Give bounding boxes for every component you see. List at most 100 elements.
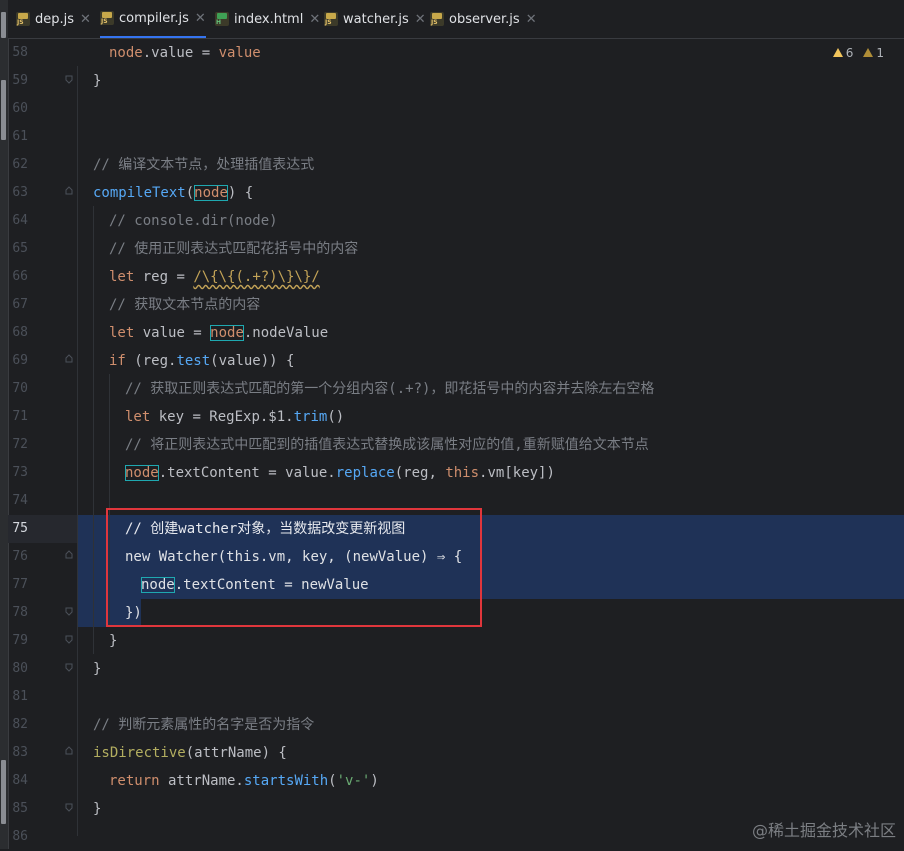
- code-line-80[interactable]: }: [93, 655, 101, 683]
- keyword: let: [109, 269, 135, 285]
- code-line-68[interactable]: let value = node.nodeValue: [109, 319, 328, 347]
- indent-guide: [93, 206, 94, 654]
- token: }: [109, 633, 118, 649]
- fold-start-icon[interactable]: [64, 550, 74, 560]
- token: (value)) {: [210, 353, 295, 369]
- line-number: 58: [12, 45, 28, 60]
- line-number: 77: [12, 577, 28, 592]
- code-line-83[interactable]: isDirective(attrName) {: [93, 739, 287, 767]
- code-line-63[interactable]: compileText(node) {: [93, 179, 253, 207]
- code-line-58[interactable]: node.value = value: [109, 39, 261, 67]
- code-line-72[interactable]: // 将正则表达式中匹配到的插值表达式替换成该属性对应的值,重新赋值给文本节点: [125, 431, 649, 459]
- code-line-79[interactable]: }: [109, 627, 117, 655]
- line-number: 68: [12, 325, 28, 340]
- line-number: 85: [12, 801, 28, 816]
- parameter-highlight: node: [210, 325, 244, 341]
- fold-end-icon[interactable]: [64, 662, 74, 672]
- js-file-icon: [430, 12, 444, 26]
- function-name: compileText: [93, 185, 186, 201]
- line-number: 83: [12, 745, 28, 760]
- fold-end-icon[interactable]: [64, 606, 74, 616]
- watermark: @稀土掘金技术社区: [751, 821, 896, 840]
- line-number: 65: [12, 241, 28, 256]
- line-number: 79: [12, 633, 28, 648]
- tab-index-html[interactable]: index.html ✕: [215, 0, 320, 38]
- tab-compiler-js[interactable]: compiler.js ✕: [100, 0, 206, 38]
- close-icon[interactable]: ✕: [195, 11, 206, 26]
- comment: // 编译文本节点，处理插值表达式: [93, 157, 315, 173]
- tab-label: observer.js: [449, 11, 520, 27]
- fold-end-icon[interactable]: [64, 74, 74, 84]
- fold-end-icon[interactable]: [64, 634, 74, 644]
- warnings-count: 6: [845, 46, 854, 60]
- tab-watcher-js[interactable]: watcher.js ✕: [324, 0, 426, 38]
- line-number-current: 75: [12, 521, 28, 536]
- inspection-widget[interactable]: 6 1: [832, 44, 884, 62]
- code-line-84[interactable]: return attrName.startsWith('v-'): [109, 767, 379, 795]
- token: (attrName) {: [185, 745, 287, 761]
- code-line-64[interactable]: // console.dir(node): [109, 207, 278, 235]
- code-line-73[interactable]: node.textContent = value.replace(reg, th…: [125, 459, 555, 487]
- editor-tab-bar: dep.js ✕ compiler.js ✕ index.html ✕ watc…: [8, 0, 904, 39]
- token: ) {: [227, 185, 254, 201]
- token: attrName.: [159, 773, 244, 789]
- line-number: 73: [12, 465, 28, 480]
- code-line-67[interactable]: // 获取文本节点的内容: [109, 291, 260, 319]
- line-number: 66: [12, 269, 28, 284]
- token: }: [93, 801, 102, 817]
- code-line-62[interactable]: // 编译文本节点，处理插值表达式: [93, 151, 314, 179]
- token: }: [93, 73, 102, 89]
- keyword: if: [109, 353, 126, 369]
- tab-dep-js[interactable]: dep.js ✕: [16, 0, 91, 38]
- line-number: 70: [12, 381, 28, 396]
- line-number: 78: [12, 605, 28, 620]
- fold-start-icon[interactable]: [64, 354, 74, 364]
- token: (: [185, 185, 195, 201]
- indent-guide: [77, 66, 78, 836]
- method-call: test: [176, 353, 211, 369]
- line-number: 60: [12, 101, 28, 116]
- close-icon[interactable]: ✕: [80, 12, 91, 27]
- code-line-65[interactable]: // 使用正则表达式匹配花括号中的内容: [109, 235, 358, 263]
- js-file-icon: [16, 12, 30, 26]
- fold-start-icon[interactable]: [64, 746, 74, 756]
- code-line-71[interactable]: let key = RegExp.$1.trim(): [125, 403, 344, 431]
- function-name: isDirective: [93, 745, 186, 761]
- tab-label: compiler.js: [119, 10, 189, 26]
- code-line-70[interactable]: // 获取正则表达式匹配的第一个分组内容(.+?)，即花括号中的内容并去除左右空…: [125, 375, 654, 403]
- line-number: 74: [12, 493, 28, 508]
- tab-observer-js[interactable]: observer.js ✕: [430, 0, 537, 38]
- parameter-highlight: node: [194, 185, 228, 201]
- line-number: 76: [12, 549, 28, 564]
- js-file-icon: [324, 12, 338, 26]
- comment: // 获取正则表达式匹配的第一个分组内容(.+?)，即花括号中的内容并去除左右空…: [125, 381, 655, 397]
- close-icon[interactable]: ✕: [309, 12, 320, 27]
- warning-icon: [832, 48, 843, 57]
- code-line-69[interactable]: if (reg.test(value)) {: [109, 347, 294, 375]
- fold-start-icon[interactable]: [64, 186, 74, 196]
- line-number-gutter[interactable]: 58 59 60 61 62 63 64 65 66 67 68 69 70 7…: [8, 38, 68, 849]
- project-tool-icon[interactable]: [1, 12, 6, 38]
- token: (reg.: [125, 353, 177, 369]
- warnings-indicator[interactable]: 6: [832, 46, 854, 60]
- close-icon[interactable]: ✕: [415, 12, 426, 27]
- token: .value =: [142, 45, 219, 61]
- code-line-59[interactable]: }: [93, 67, 101, 95]
- token: reg =: [134, 269, 194, 285]
- line-number: 67: [12, 297, 28, 312]
- fold-end-icon[interactable]: [64, 802, 74, 812]
- close-icon[interactable]: ✕: [526, 12, 537, 27]
- commit-tool-icon[interactable]: [1, 80, 6, 140]
- keyword: return: [109, 773, 160, 789]
- structure-tool-icon[interactable]: [1, 760, 6, 824]
- line-number: 64: [12, 213, 28, 228]
- token: value =: [134, 325, 211, 341]
- weak-warnings-indicator[interactable]: 1: [863, 46, 884, 60]
- comment: // 获取文本节点的内容: [109, 297, 261, 313]
- code-line-66[interactable]: let reg = /\{\{(.+?)\}\}/: [109, 263, 320, 291]
- code-line-85[interactable]: }: [93, 795, 101, 823]
- line-number: 61: [12, 129, 28, 144]
- method-call: trim: [293, 409, 328, 425]
- code-line-82[interactable]: // 判断元素属性的名字是否为指令: [93, 711, 314, 739]
- keyword: this: [445, 465, 480, 481]
